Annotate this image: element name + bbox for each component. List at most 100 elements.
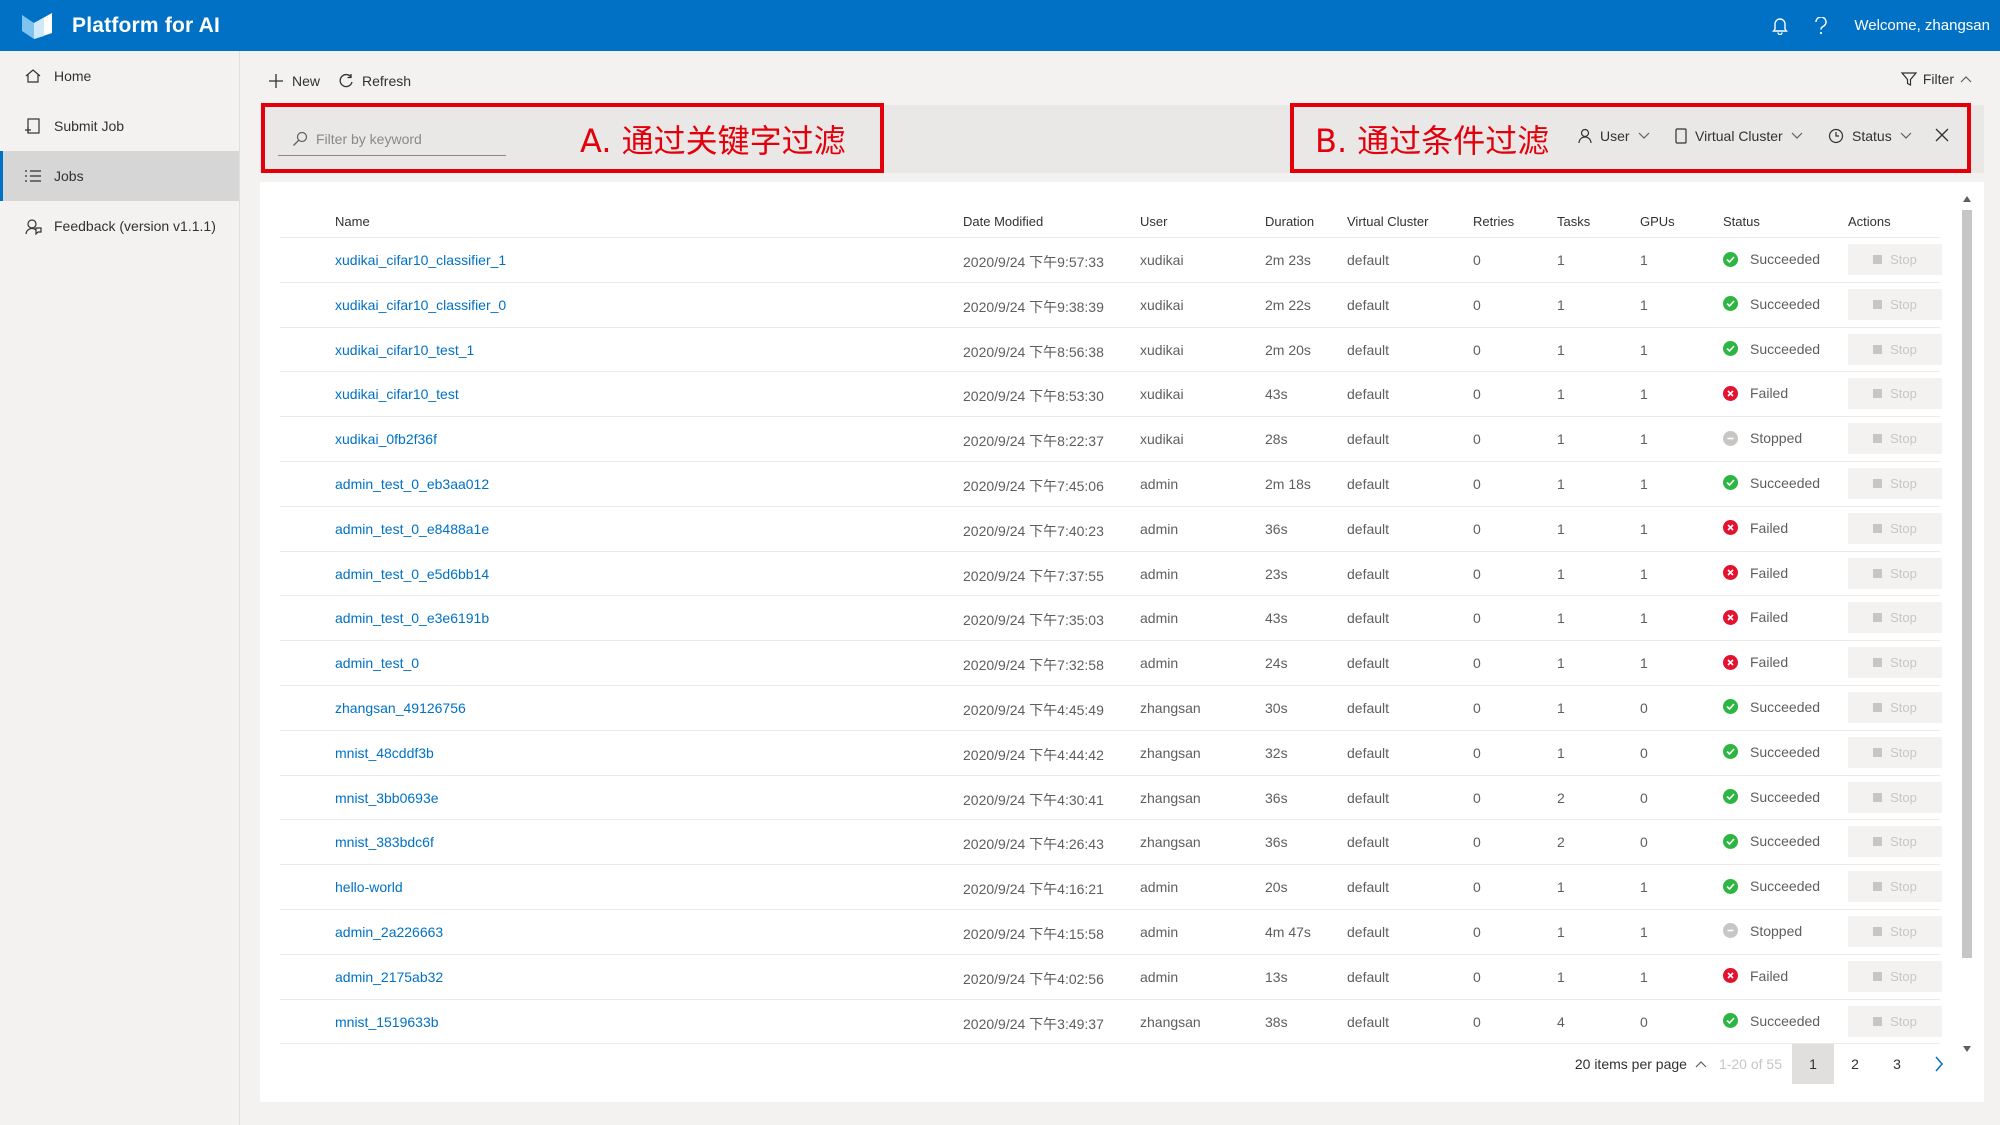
job-name-link[interactable]: admin_2175ab32 — [335, 969, 443, 985]
job-name-link[interactable]: admin_2a226663 — [335, 924, 443, 940]
keyword-search-input[interactable] — [316, 130, 496, 147]
stop-button[interactable]: Stop — [1848, 378, 1942, 410]
job-name-link[interactable]: mnist_48cddf3b — [335, 745, 434, 761]
job-name-link[interactable]: hello-world — [335, 879, 403, 895]
next-page-button[interactable] — [1918, 1044, 1960, 1084]
column-header-virtual-cluster[interactable]: Virtual Cluster — [1347, 214, 1428, 229]
sidebar-item-submit-job[interactable]: Submit Job — [0, 101, 239, 151]
job-name-link[interactable]: admin_test_0_e3e6191b — [335, 610, 489, 626]
sidebar-item-home[interactable]: Home — [0, 51, 239, 101]
job-name-link[interactable]: xudikai_cifar10_classifier_0 — [335, 297, 506, 313]
job-name-link[interactable]: admin_test_0_e5d6bb14 — [335, 566, 489, 582]
table-row[interactable]: admin_test_0_e8488a1e 2020/9/24 下午7:40:23… — [280, 507, 1942, 552]
column-header-gpus[interactable]: GPUs — [1640, 214, 1675, 229]
job-name-link[interactable]: xudikai_cifar10_test — [335, 386, 459, 402]
column-header-tasks[interactable]: Tasks — [1557, 214, 1590, 229]
table-row[interactable]: xudikai_cifar10_classifier_1 2020/9/24 下午… — [280, 238, 1942, 283]
column-header-duration[interactable]: Duration — [1265, 214, 1314, 229]
job-name-link[interactable]: mnist_3bb0693e — [335, 790, 439, 806]
success-check-icon — [1723, 878, 1738, 894]
clear-filters-button[interactable] — [1935, 128, 1949, 142]
stop-button[interactable]: Stop — [1848, 915, 1942, 947]
table-row[interactable]: mnist_1519633b 2020/9/24 下午3:49:37 zhangsa… — [280, 1000, 1942, 1045]
user-filter-dropdown[interactable]: User — [1578, 128, 1650, 144]
stop-button[interactable]: Stop — [1848, 602, 1942, 634]
table-row[interactable]: xudikai_0fb2f36f 2020/9/24 下午8:22:37 xudik… — [280, 417, 1942, 462]
scroll-up-arrow-icon[interactable] — [1963, 196, 1971, 202]
sidebar-item-label: Jobs — [54, 168, 84, 184]
table-row[interactable]: admin_2a226663 2020/9/24 下午4:15:58 admin 4m… — [280, 910, 1942, 955]
job-name-link[interactable]: xudikai_0fb2f36f — [335, 431, 437, 447]
keyword-search-box[interactable] — [278, 122, 506, 156]
job-name-link[interactable]: xudikai_cifar10_classifier_1 — [335, 252, 506, 268]
stop-button[interactable]: Stop — [1848, 691, 1942, 723]
bell-icon[interactable] — [1772, 17, 1789, 35]
stop-button[interactable]: Stop — [1848, 781, 1942, 813]
stop-button[interactable]: Stop — [1848, 960, 1942, 992]
column-header-retries[interactable]: Retries — [1473, 214, 1514, 229]
new-button[interactable]: New — [268, 73, 320, 89]
help-icon[interactable] — [1814, 16, 1828, 35]
table-row[interactable]: admin_test_0_e5d6bb14 2020/9/24 下午7:37:55… — [280, 552, 1942, 597]
job-name-link[interactable]: admin_test_0 — [335, 655, 419, 671]
table-scrollbar[interactable] — [1960, 196, 1974, 1052]
job-name-link[interactable]: admin_test_0_eb3aa012 — [335, 476, 489, 492]
column-header-status[interactable]: Status — [1723, 214, 1760, 229]
status-filter-dropdown[interactable]: Status — [1828, 128, 1912, 144]
table-row[interactable]: admin_2175ab32 2020/9/24 下午4:02:56 admin 13… — [280, 955, 1942, 1000]
scroll-thumb[interactable] — [1962, 210, 1972, 958]
stop-button[interactable]: Stop — [1848, 244, 1942, 275]
job-name-link[interactable]: mnist_1519633b — [335, 1014, 439, 1030]
table-row[interactable]: admin_test_0 2020/9/24 下午7:32:58 admin 24s d… — [280, 641, 1942, 686]
stop-button[interactable]: Stop — [1848, 467, 1942, 499]
stopped-icon — [1723, 430, 1738, 446]
table-row[interactable]: mnist_383bdc6f 2020/9/24 下午4:26:43 zhangsa… — [280, 820, 1942, 866]
stop-button[interactable]: Stop — [1848, 288, 1942, 320]
app-title[interactable]: Platform for AI — [72, 14, 220, 38]
virtual-cluster-filter-dropdown[interactable]: Virtual Cluster — [1675, 128, 1803, 144]
table-row[interactable]: mnist_3bb0693e 2020/9/24 下午4:30:41 zhangsa… — [280, 776, 1942, 821]
cell-vc: default — [1347, 610, 1390, 627]
filter-toggle-button[interactable]: Filter — [1900, 71, 1972, 87]
job-name-link[interactable]: zhangsan_49126756 — [335, 700, 466, 716]
table-row[interactable]: xudikai_cifar10_test 2020/9/24 下午8:53:30 x… — [280, 372, 1942, 418]
table-row[interactable]: admin_test_0_e3e6191b 2020/9/24 下午7:35:03… — [280, 596, 1942, 642]
items-per-page-dropdown[interactable]: 20 items per page — [1575, 1056, 1707, 1072]
cell-retries: 0 — [1473, 655, 1481, 672]
scroll-down-arrow-icon[interactable] — [1963, 1046, 1971, 1052]
table-row[interactable]: zhangsan_49126756 2020/9/24 下午4:45:49 zhan… — [280, 686, 1942, 731]
column-header-user[interactable]: User — [1140, 214, 1167, 229]
stop-button[interactable]: Stop — [1848, 333, 1942, 365]
stop-button[interactable]: Stop — [1848, 826, 1942, 858]
stop-button[interactable]: Stop — [1848, 512, 1942, 544]
welcome-text[interactable]: Welcome, zhangsan — [1854, 17, 1990, 34]
table-row[interactable]: mnist_48cddf3b 2020/9/24 下午4:44:42 zhangsa… — [280, 731, 1942, 776]
page-3-button[interactable]: 3 — [1876, 1044, 1918, 1084]
page-1-button[interactable]: 1 — [1792, 1044, 1834, 1084]
stop-button[interactable]: Stop — [1848, 647, 1942, 679]
job-name-link[interactable]: admin_test_0_e8488a1e — [335, 521, 489, 537]
table-row[interactable]: hello-world 2020/9/24 下午4:16:21 admin 20s de… — [280, 865, 1942, 910]
stop-button[interactable]: Stop — [1848, 423, 1942, 455]
cell-tasks: 1 — [1557, 699, 1565, 716]
sidebar-item-feedback[interactable]: Feedback (version v1.1.1) — [0, 201, 239, 251]
refresh-button[interactable]: Refresh — [338, 73, 411, 89]
stop-button[interactable]: Stop — [1848, 736, 1942, 768]
sidebar-item-jobs[interactable]: Jobs — [0, 151, 239, 201]
table-row[interactable]: xudikai_cifar10_classifier_0 2020/9/24 下午… — [280, 283, 1942, 328]
stop-button[interactable]: Stop — [1848, 557, 1942, 589]
cell-vc: default — [1347, 655, 1390, 672]
stop-button[interactable]: Stop — [1848, 1005, 1942, 1037]
cell-tasks: 1 — [1557, 386, 1565, 403]
job-name-link[interactable]: mnist_383bdc6f — [335, 834, 434, 850]
column-header-date[interactable]: Date Modified — [963, 214, 1043, 229]
status-label: Succeeded — [1750, 788, 1821, 805]
stop-square-icon — [1873, 971, 1883, 981]
page-2-button[interactable]: 2 — [1834, 1044, 1876, 1084]
stop-button[interactable]: Stop — [1848, 871, 1942, 903]
table-row[interactable]: admin_test_0_eb3aa012 2020/9/24 下午7:45:06… — [280, 462, 1942, 507]
table-row[interactable]: xudikai_cifar10_test_1 2020/9/24 下午8:56:3… — [280, 328, 1942, 373]
job-name-link[interactable]: xudikai_cifar10_test_1 — [335, 342, 474, 358]
app-logo-icon[interactable] — [20, 11, 54, 41]
column-header-name[interactable]: Name — [335, 214, 370, 229]
